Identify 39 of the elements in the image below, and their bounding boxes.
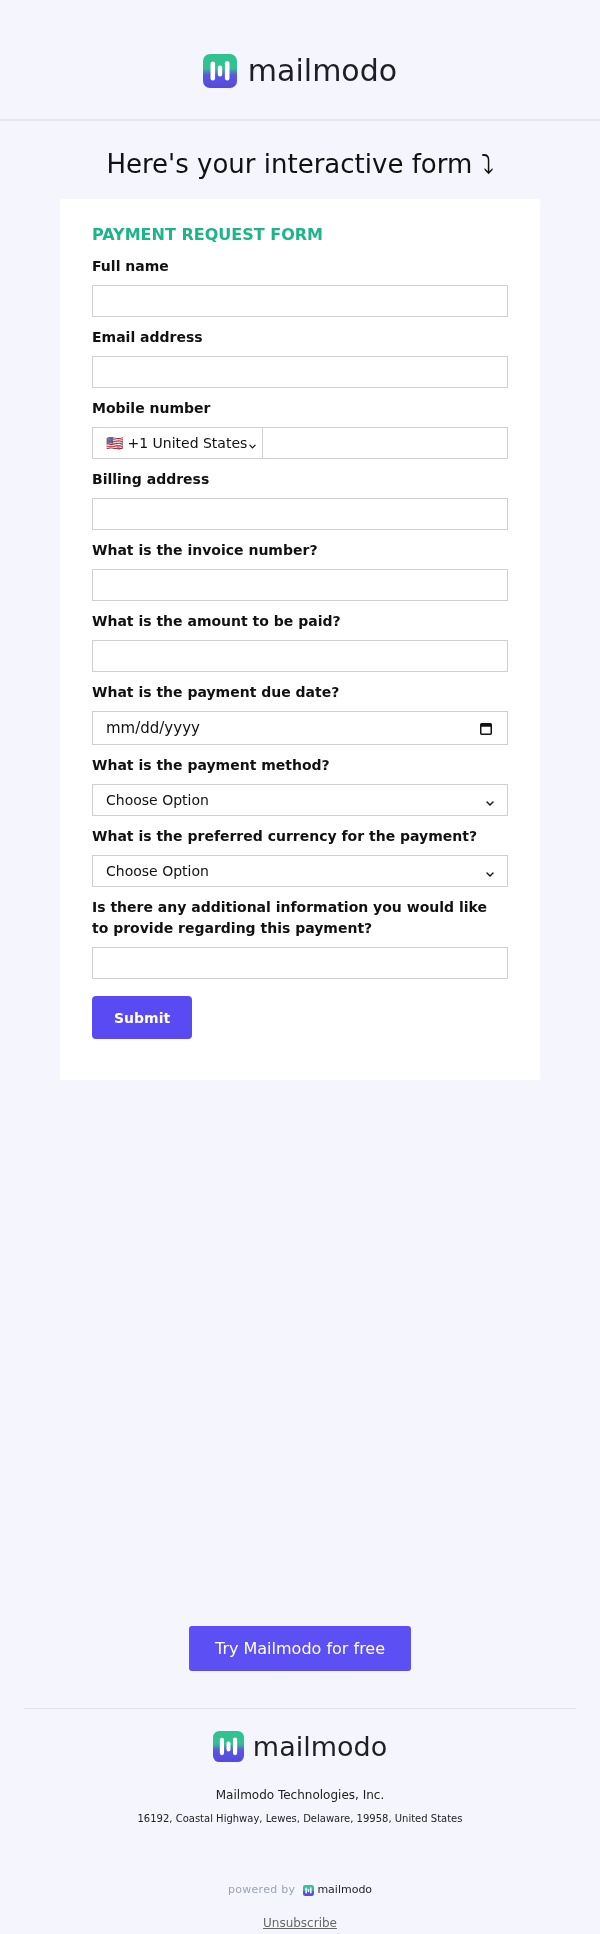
chevron-down-icon <box>486 871 494 877</box>
date-field[interactable]: mm/dd/yyyy <box>92 711 508 745</box>
input-field[interactable] <box>92 285 508 317</box>
input-field[interactable] <box>92 569 508 601</box>
dropdown[interactable]: Choose Option <box>92 855 508 887</box>
input-field[interactable] <box>92 356 508 388</box>
logo-text: mailmodo <box>252 1731 388 1762</box>
submit-button[interactable]: Submit <box>92 996 193 1039</box>
field-label: What is the payment due date? <box>92 684 340 700</box>
unsubscribe-link[interactable]: Unsubscribe <box>263 1916 337 1930</box>
page-title: Here's your interactive form ⤵ <box>106 148 494 181</box>
country-select[interactable]: 🇺🇸 +1 United States <box>92 427 264 459</box>
company-address: 16192, Coastal Highway, Lewes, Delaware, 19958, United States <box>137 1813 463 1824</box>
field-label: Billing address <box>92 471 210 487</box>
field-label: Is there any additional information you would like to provide regarding this payment? <box>92 899 487 936</box>
cta-button[interactable]: Try Mailmodo for free <box>188 1626 412 1671</box>
logo-icon <box>212 1731 244 1762</box>
field-label: What is the payment method? <box>92 757 330 773</box>
company-name: Mailmodo Technologies, Inc. <box>215 1788 385 1802</box>
input-field[interactable] <box>92 498 508 530</box>
dropdown[interactable]: Choose Option <box>92 784 508 816</box>
chevron-down-icon <box>486 800 494 806</box>
input-field[interactable] <box>92 947 508 979</box>
logo-icon <box>202 54 237 88</box>
field-label: What is the preferred currency for the payment? <box>92 828 478 844</box>
field-label: What is the amount to be paid? <box>92 613 341 629</box>
field-label: Mobile number <box>92 400 211 416</box>
calendar-icon <box>480 721 492 735</box>
logo-text: mailmodo <box>247 54 398 88</box>
form-heading: PAYMENT REQUEST FORM <box>92 225 323 244</box>
logo-icon <box>303 1884 315 1896</box>
logo-text: mailmodo <box>317 1883 373 1897</box>
field-label: What is the invoice number? <box>92 542 318 558</box>
chevron-down-icon <box>249 444 257 449</box>
field-label: Full name <box>92 258 169 274</box>
field-label: Email address <box>92 329 203 345</box>
phone-input[interactable] <box>263 427 508 459</box>
input-field[interactable] <box>92 640 508 672</box>
powered-by-text: powered by <box>227 1883 296 1897</box>
